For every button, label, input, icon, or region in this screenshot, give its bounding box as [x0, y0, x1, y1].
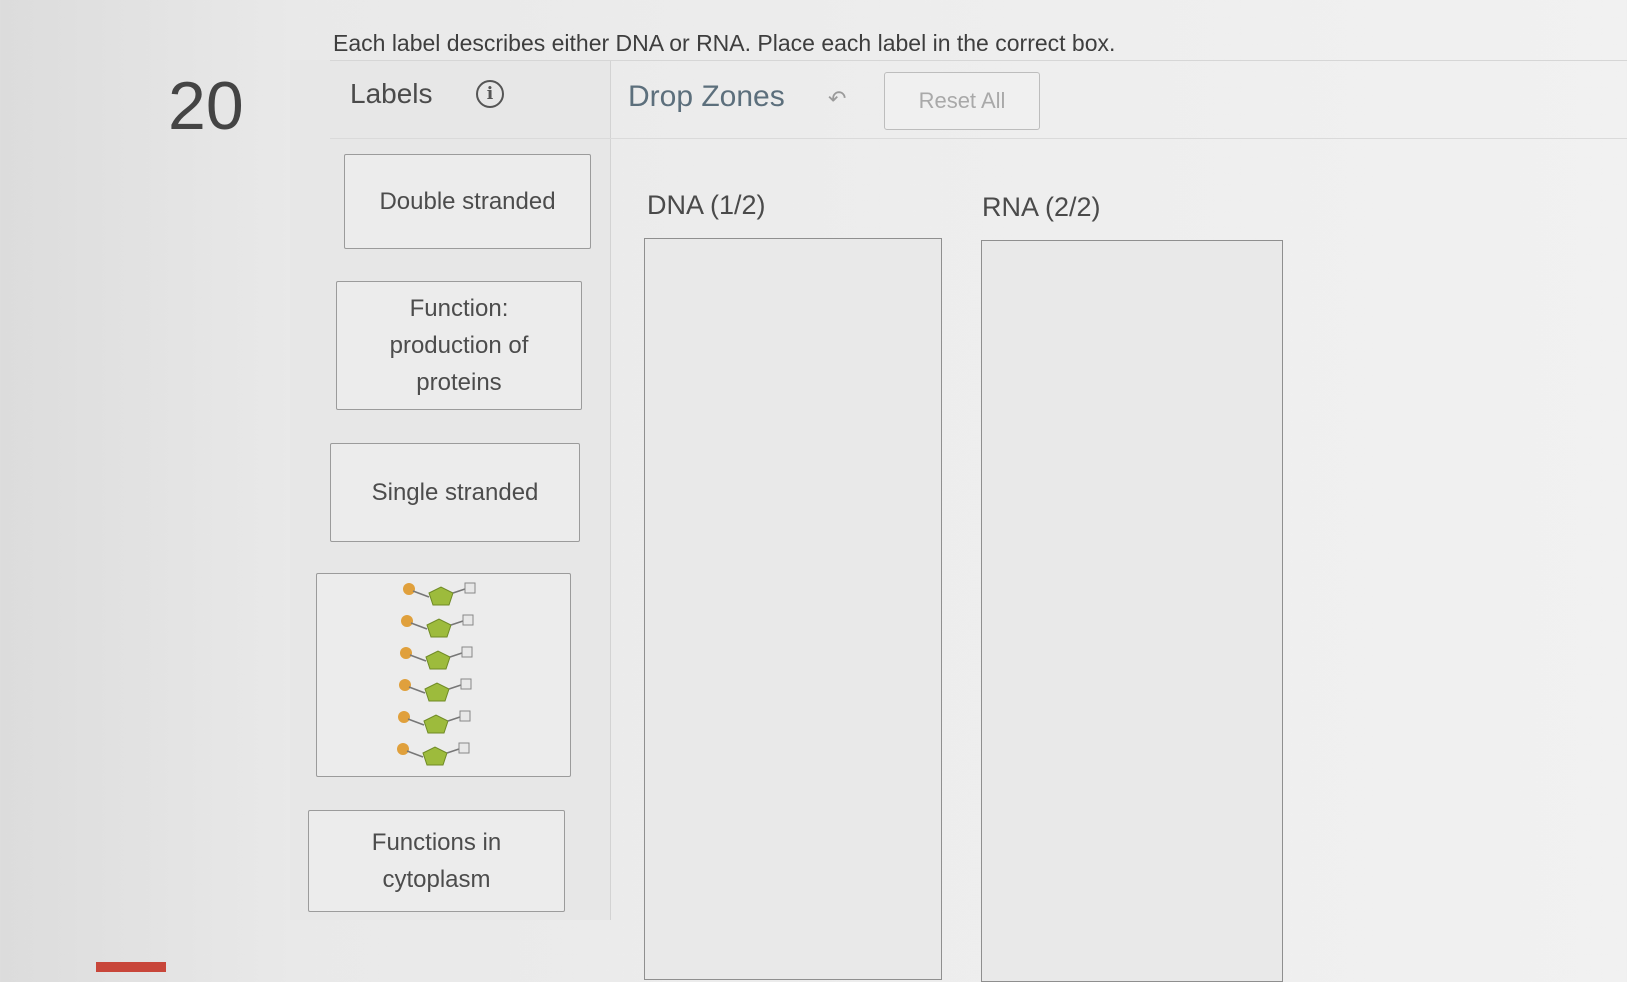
info-icon[interactable]: i: [476, 80, 504, 108]
nucleotide: [399, 646, 472, 670]
drop-zone-title-rna: RNA (2/2): [982, 192, 1101, 222]
reset-all-button[interactable]: Reset All: [884, 72, 1040, 130]
drop-zone-title-dna: DNA (1/2): [647, 190, 766, 220]
undo-arrow-icon[interactable]: ↶: [828, 86, 846, 112]
nucleotide: [402, 582, 475, 606]
question-number: 20: [168, 68, 244, 144]
label-card-double-stranded[interactable]: Double stranded: [344, 154, 591, 249]
label-card-functions-cytoplasm[interactable]: Functions in cytoplasm: [308, 810, 565, 912]
label-card-text: Single stranded: [371, 478, 539, 506]
drop-zones-title: Drop Zones: [628, 80, 785, 113]
page-corner-tab: [96, 962, 166, 972]
nucleotide: [397, 710, 470, 734]
labels-title: Labels: [350, 78, 433, 109]
nucleotide-strand-image: [396, 582, 475, 766]
question-instruction: Each label describes either DNA or RNA. …: [333, 30, 1116, 56]
label-card-single-stranded[interactable]: Single stranded: [330, 443, 580, 542]
label-card-function-proteins[interactable]: Function: production of proteins: [336, 281, 582, 410]
label-card-nucleotide-image[interactable]: [316, 573, 571, 777]
nucleotide: [396, 742, 469, 766]
label-card-text: Functions in cytoplasm: [371, 828, 502, 893]
nucleotide: [400, 614, 473, 638]
header-divider-bottom: [330, 138, 1627, 139]
drop-zone-dna[interactable]: [644, 238, 942, 980]
drop-zone-rna[interactable]: [981, 240, 1283, 982]
header-divider-top: [330, 60, 1627, 61]
label-card-text: Double stranded: [379, 187, 556, 215]
label-card-text: Function: production of proteins: [389, 294, 529, 397]
nucleotide: [398, 678, 471, 702]
